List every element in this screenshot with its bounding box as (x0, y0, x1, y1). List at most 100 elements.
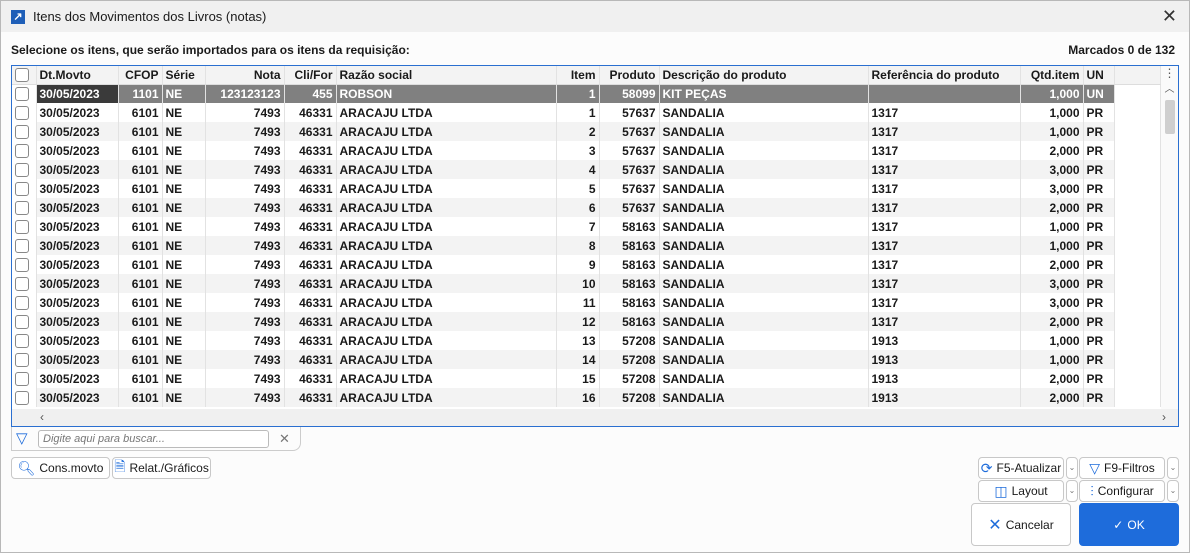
column-header[interactable]: Série (162, 66, 206, 85)
cell-descri-o-do-produto: SANDALIA (659, 217, 869, 236)
row-checkbox[interactable] (12, 179, 37, 198)
cell-un: PR (1083, 293, 1115, 312)
configurar-button[interactable]: ⫶ Configurar (1079, 480, 1165, 502)
column-header[interactable]: Item (556, 66, 600, 85)
items-grid[interactable]: Dt.Movto CFOP Série Nota Cli/For Razão social… (11, 65, 1179, 427)
cell-un: PR (1083, 141, 1115, 160)
items-table: Dt.Movto CFOP Série Nota Cli/For Razão social… (12, 66, 1161, 407)
cell-descri-o-do-produto: KIT PEÇAS (659, 84, 869, 103)
cell-qtd-item: 3,000 (1020, 179, 1084, 198)
cancel-button[interactable]: ✕ Cancelar (971, 503, 1071, 546)
table-row[interactable]: 30/05/2023 6101 NE 7493 46331 ARACAJU LTDA 10 5… (12, 274, 1161, 293)
cell-descri-o-do-produto: SANDALIA (659, 198, 869, 217)
row-checkbox[interactable] (12, 255, 37, 274)
horizontal-scrollbar[interactable]: ‹ › (12, 409, 1178, 426)
column-header[interactable]: UN (1083, 66, 1115, 85)
close-icon[interactable]: ✕ (1162, 6, 1177, 27)
cancel-label: Cancelar (1005, 517, 1054, 532)
column-menu-icon[interactable]: ⋮ (1161, 66, 1178, 80)
atualizar-dropdown[interactable]: ⌄ (1066, 457, 1078, 479)
cell-qtd-item: 1,000 (1020, 236, 1084, 255)
cell-cfop: 6101 (118, 388, 163, 407)
layout-dropdown[interactable]: ⌄ (1066, 480, 1078, 502)
cell-raz-o-social: ARACAJU LTDA (336, 217, 557, 236)
row-checkbox[interactable] (12, 350, 37, 369)
row-checkbox[interactable] (12, 160, 37, 179)
row-checkbox[interactable] (12, 274, 37, 293)
row-checkbox[interactable] (12, 293, 37, 312)
table-row[interactable]: 30/05/2023 6101 NE 7493 46331 ARACAJU LTDA 16 5… (12, 388, 1161, 407)
search-input[interactable]: Digite aqui para buscar... (38, 429, 269, 448)
column-header[interactable]: Descrição do produto (659, 66, 869, 85)
row-checkbox[interactable] (12, 198, 37, 217)
filtros-dropdown[interactable]: ⌄ (1167, 457, 1179, 479)
scroll-up-icon[interactable]: ︿ (1161, 80, 1178, 95)
cons-movto-button[interactable]: 🔍︎ Cons.movto (11, 457, 110, 479)
filter-icon[interactable]: ▽ (16, 429, 28, 447)
cell-produto: 57208 (599, 331, 660, 350)
cell-cfop: 6101 (118, 198, 163, 217)
cell-raz-o-social: ARACAJU LTDA (336, 255, 557, 274)
scroll-thumb[interactable] (1165, 100, 1175, 134)
filter-icon: ▽ (1089, 459, 1101, 476)
cell-qtd-item: 1,000 (1020, 84, 1084, 103)
ok-button[interactable]: ✓ OK (1079, 503, 1179, 546)
table-row[interactable]: 30/05/2023 6101 NE 7493 46331 ARACAJU LTDA 1 57… (12, 103, 1161, 122)
row-checkbox[interactable] (12, 331, 37, 350)
cell-s-rie: NE (162, 84, 206, 103)
table-row[interactable]: 30/05/2023 6101 NE 7493 46331 ARACAJU LTDA 15 5… (12, 369, 1161, 388)
clear-search-icon[interactable]: ✕ (279, 431, 290, 447)
row-filler (1114, 293, 1161, 312)
table-row[interactable]: 30/05/2023 6101 NE 7493 46331 ARACAJU LTDA 8 58… (12, 236, 1161, 255)
table-row[interactable]: 30/05/2023 6101 NE 7493 46331 ARACAJU LTDA 6 57… (12, 198, 1161, 217)
cell-s-rie: NE (162, 255, 206, 274)
table-row[interactable]: 30/05/2023 6101 NE 7493 46331 ARACAJU LTDA 7 58… (12, 217, 1161, 236)
table-row[interactable]: 30/05/2023 6101 NE 7493 46331 ARACAJU LTDA 5 57… (12, 179, 1161, 198)
table-row[interactable]: 30/05/2023 6101 NE 7493 46331 ARACAJU LTDA 13 5… (12, 331, 1161, 350)
row-checkbox[interactable] (12, 141, 37, 160)
table-row[interactable]: 30/05/2023 6101 NE 7493 46331 ARACAJU LTDA 12 5… (12, 312, 1161, 331)
cell-cfop: 6101 (118, 217, 163, 236)
table-row[interactable]: 30/05/2023 1101 NE 123123123 455 ROBSON 1 58099… (12, 84, 1161, 103)
cell-item: 12 (556, 312, 600, 331)
table-row[interactable]: 30/05/2023 6101 NE 7493 46331 ARACAJU LTDA 9 58… (12, 255, 1161, 274)
table-row[interactable]: 30/05/2023 6101 NE 7493 46331 ARACAJU LTDA 11 5… (12, 293, 1161, 312)
column-header[interactable]: Qtd.item (1020, 66, 1084, 85)
cell-refer-ncia-do-produto: 1317 (868, 274, 1021, 293)
column-header[interactable]: Nota (205, 66, 285, 85)
cell-item: 5 (556, 179, 600, 198)
column-header[interactable]: Dt.Movto (36, 66, 119, 85)
cell-item: 9 (556, 255, 600, 274)
relat-graficos-button[interactable]: 🗎 Relat./Gráficos (112, 457, 211, 479)
row-checkbox[interactable] (12, 103, 37, 122)
f5-atualizar-button[interactable]: ⟳ F5-Atualizar (978, 457, 1064, 479)
row-checkbox[interactable] (12, 312, 37, 331)
configurar-dropdown[interactable]: ⌄ (1167, 480, 1179, 502)
table-row[interactable]: 30/05/2023 6101 NE 7493 46331 ARACAJU LTDA 2 57… (12, 122, 1161, 141)
select-all-checkbox[interactable] (12, 66, 37, 85)
table-row[interactable]: 30/05/2023 6101 NE 7493 46331 ARACAJU LTDA 4 57… (12, 160, 1161, 179)
column-header[interactable]: Produto (599, 66, 660, 85)
layout-button[interactable]: ◫ Layout (978, 480, 1064, 502)
scroll-left-icon[interactable]: ‹ (40, 410, 44, 424)
f9-filtros-button[interactable]: ▽ F9-Filtros (1079, 457, 1165, 479)
column-header[interactable]: Cli/For (284, 66, 337, 85)
column-header[interactable]: Referência do produto (868, 66, 1021, 85)
row-checkbox[interactable] (12, 236, 37, 255)
cell-item: 6 (556, 198, 600, 217)
cell-raz-o-social: ARACAJU LTDA (336, 331, 557, 350)
vertical-scrollbar[interactable]: ⋮ ︿ (1161, 66, 1178, 409)
row-checkbox[interactable] (12, 84, 37, 103)
cell-refer-ncia-do-produto: 1317 (868, 312, 1021, 331)
cell-cli-for: 46331 (284, 293, 337, 312)
row-checkbox[interactable] (12, 217, 37, 236)
scroll-right-icon[interactable]: › (1162, 410, 1166, 424)
row-checkbox[interactable] (12, 122, 37, 141)
table-row[interactable]: 30/05/2023 6101 NE 7493 46331 ARACAJU LTDA 3 57… (12, 141, 1161, 160)
row-checkbox[interactable] (12, 388, 37, 407)
row-checkbox[interactable] (12, 369, 37, 388)
cell-dt-movto: 30/05/2023 (36, 236, 119, 255)
column-header[interactable]: CFOP (118, 66, 163, 85)
table-row[interactable]: 30/05/2023 6101 NE 7493 46331 ARACAJU LTDA 14 5… (12, 350, 1161, 369)
column-header[interactable]: Razão social (336, 66, 557, 85)
